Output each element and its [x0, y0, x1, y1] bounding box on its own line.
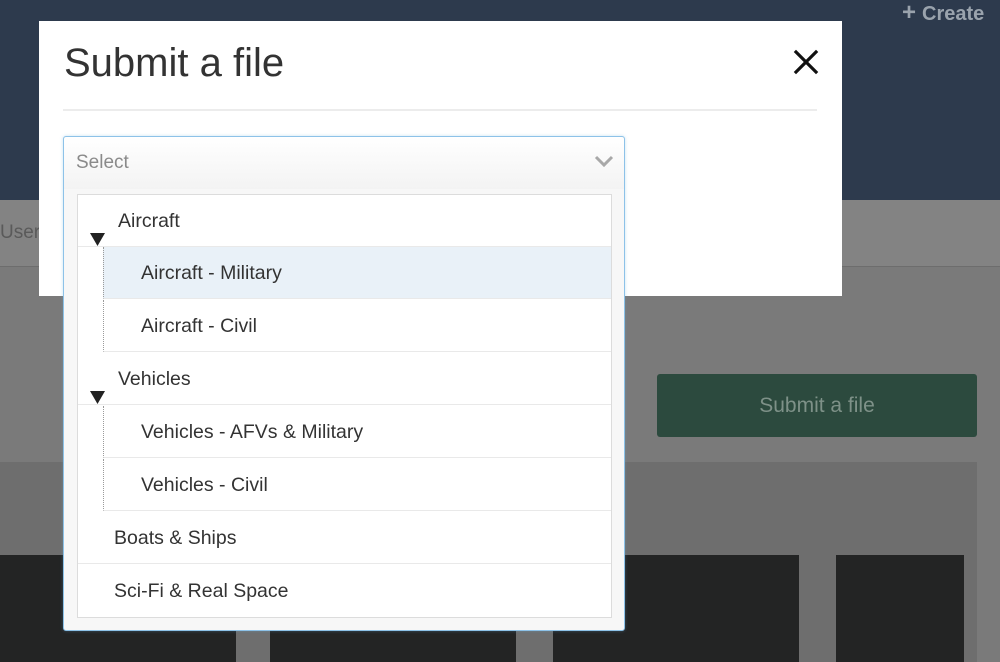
select-placeholder: Select — [76, 152, 129, 173]
option-group-vehicles[interactable]: Vehicles — [78, 353, 611, 405]
close-icon[interactable] — [789, 45, 823, 79]
create-link[interactable]: + Create — [902, 0, 984, 26]
option-label: Aircraft — [118, 210, 180, 232]
option-aircraft-military[interactable]: Aircraft - Military — [103, 247, 611, 299]
option-vehicles-afvs-military[interactable]: Vehicles - AFVs & Military — [103, 406, 611, 458]
plus-icon: + — [902, 0, 917, 26]
option-scifi-real-space[interactable]: Sci-Fi & Real Space — [78, 565, 611, 617]
select-dropdown: Aircraft Aircraft - Military Aircraft - … — [77, 194, 612, 618]
submit-file-button[interactable]: Submit a file — [657, 374, 977, 437]
triangle-down-icon — [90, 214, 105, 246]
option-label: Vehicles - Civil — [141, 474, 268, 496]
option-label: Boats & Ships — [114, 527, 237, 549]
option-label: Vehicles — [118, 368, 191, 390]
option-vehicles-civil[interactable]: Vehicles - Civil — [103, 459, 611, 511]
option-group-aircraft[interactable]: Aircraft — [78, 195, 611, 247]
page: + Create User Submit a file Submit a file… — [0, 0, 1000, 662]
category-select[interactable]: Select Aircraft Aircraft - Military Airc… — [63, 136, 625, 631]
chevron-down-icon — [594, 154, 614, 168]
modal-title: Submit a file — [64, 41, 285, 85]
tab-user[interactable]: User — [0, 222, 40, 244]
select-toggle[interactable]: Select — [64, 137, 624, 189]
option-label: Sci-Fi & Real Space — [114, 580, 289, 602]
thumbnail-tile[interactable] — [836, 555, 964, 662]
create-label: Create — [922, 3, 985, 25]
triangle-down-icon — [90, 372, 105, 404]
option-label: Aircraft - Civil — [141, 315, 257, 337]
option-label: Aircraft - Military — [141, 262, 282, 284]
option-label: Vehicles - AFVs & Military — [141, 421, 364, 443]
option-boats-ships[interactable]: Boats & Ships — [78, 512, 611, 564]
option-aircraft-civil[interactable]: Aircraft - Civil — [103, 300, 611, 352]
modal-divider — [63, 109, 817, 111]
